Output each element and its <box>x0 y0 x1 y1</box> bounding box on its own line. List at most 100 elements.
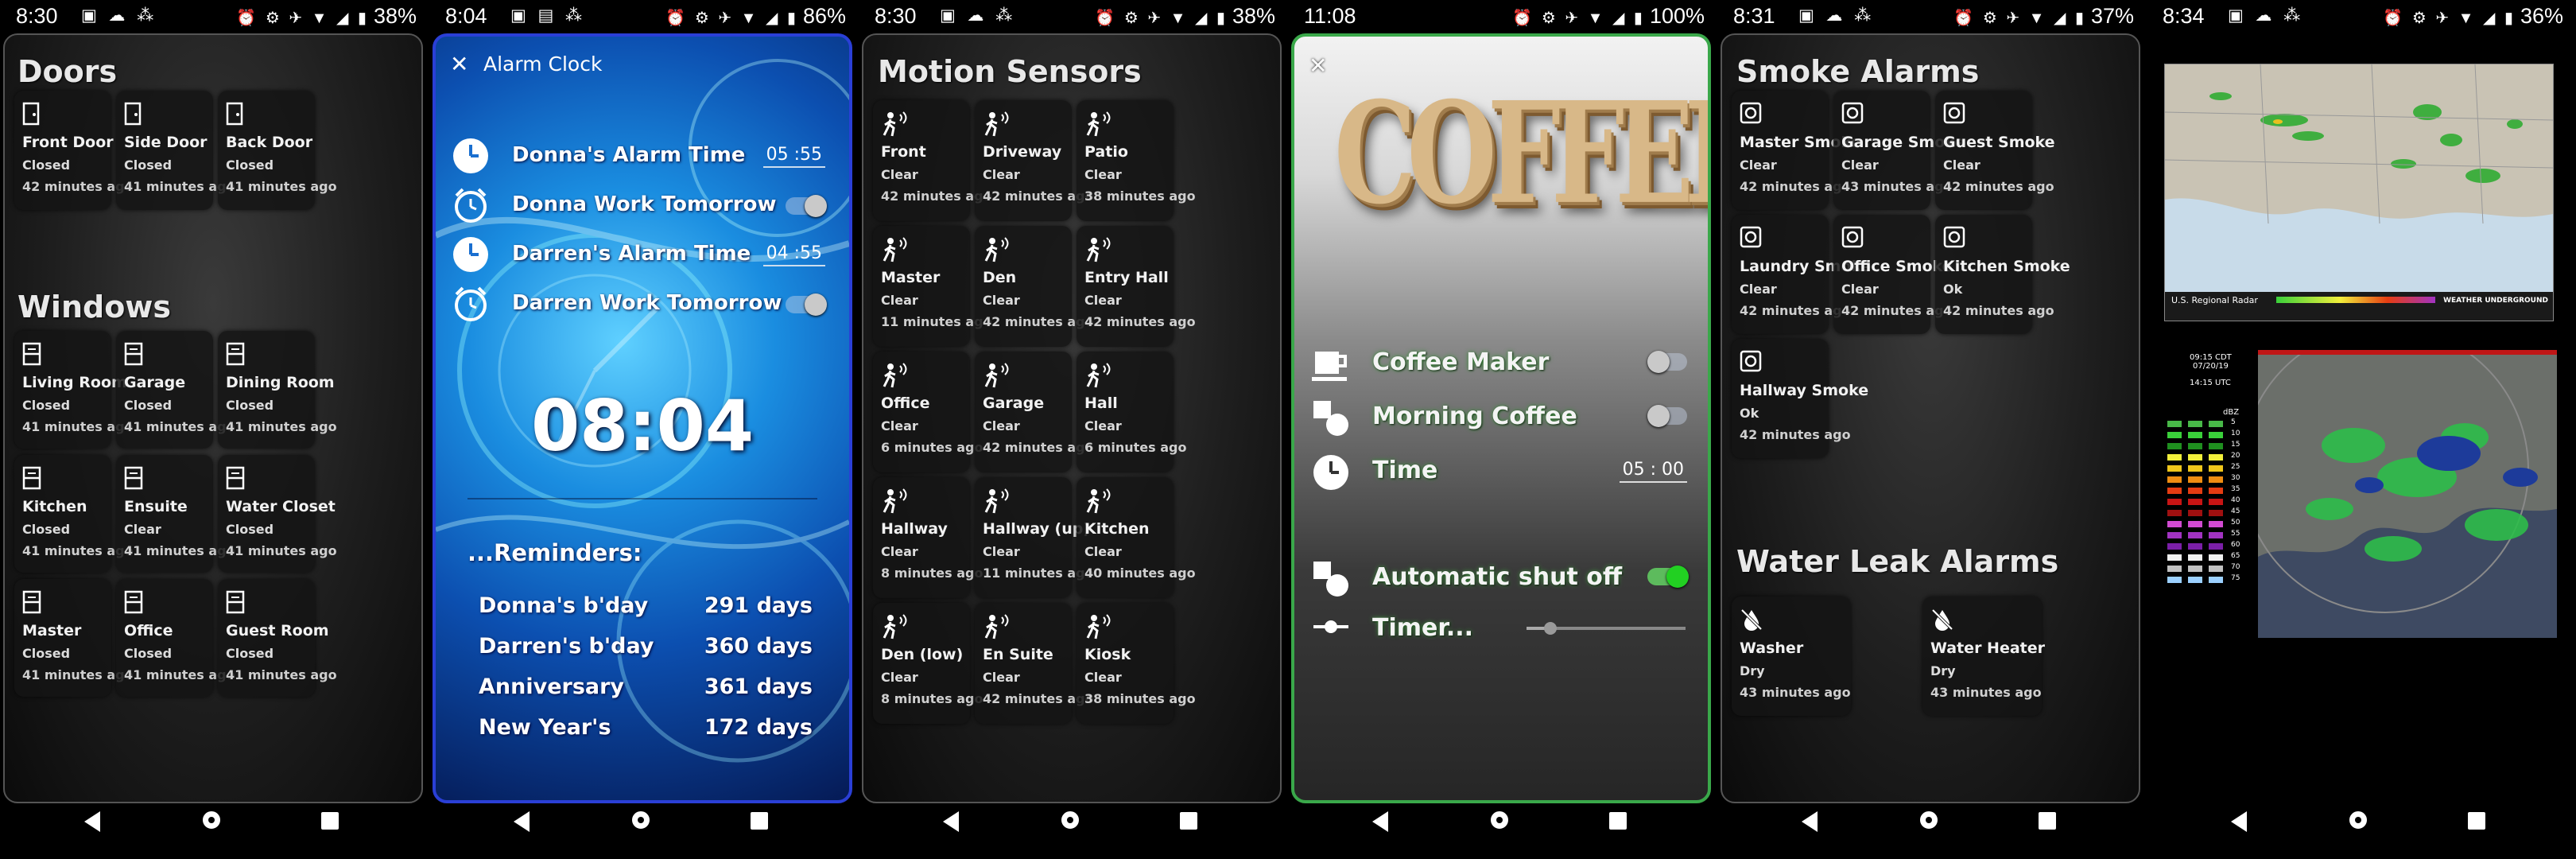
home-button[interactable] <box>1061 811 1079 829</box>
timer-row[interactable]: Timer... <box>1312 611 1693 647</box>
home-button[interactable] <box>632 811 650 829</box>
motion-tile[interactable]: Hallway (up) Clear 11 minutes ago <box>975 477 1094 598</box>
recents-button[interactable] <box>751 812 768 830</box>
motion-tile[interactable]: Hallway Clear 8 minutes ago <box>873 477 983 598</box>
radar-scale-swatch <box>2188 465 2202 472</box>
recents-button[interactable] <box>2039 812 2056 830</box>
motion-tile[interactable]: Patio Clear 38 minutes ago <box>1077 100 1196 221</box>
reminder-days: 361 days <box>704 674 813 699</box>
smoke-icon <box>1740 350 1762 372</box>
time-row[interactable]: Time 05 : 00 <box>1312 453 1693 490</box>
home-button[interactable] <box>2349 811 2367 829</box>
motion-tile[interactable]: Den (low) Clear 8 minutes ago <box>873 603 983 724</box>
smoke-tile[interactable]: Kitchen Smoke Ok 42 minutes ago <box>1935 215 2070 334</box>
smoke-tile[interactable]: Laundry Smoke Clear 42 minutes ago <box>1732 215 1872 334</box>
motion-tile[interactable]: Driveway Clear 42 minutes ago <box>975 100 1094 221</box>
tile-state: Clear <box>1943 157 1980 173</box>
smoke-tile[interactable]: Office Smoke Clear 42 minutes ago <box>1833 215 1953 334</box>
tile-name: Side Door <box>124 134 208 151</box>
motion-tile[interactable]: Master Clear 11 minutes ago <box>873 226 992 347</box>
tile-state: Clear <box>881 293 918 308</box>
window-tile[interactable]: Dining Room Closed 41 minutes ago <box>218 331 337 449</box>
door-tile[interactable]: Back Door Closed 41 minutes ago <box>218 91 337 210</box>
motion-icon <box>983 488 1009 514</box>
alarm-row-donna-time[interactable]: Donna's Alarm Time 05 :55 <box>452 137 841 177</box>
radar-scale-swatch <box>2188 499 2202 505</box>
alarm-time-input[interactable]: 04 :55 <box>762 243 825 266</box>
recents-button[interactable] <box>1609 812 1627 830</box>
auto-shutoff-row[interactable]: Automatic shut off <box>1312 560 1693 597</box>
recents-button[interactable] <box>1180 812 1197 830</box>
motion-tile[interactable]: Entry Hall Clear 42 minutes ago <box>1077 226 1196 347</box>
radar-scale-swatch <box>2167 488 2182 494</box>
window-tile[interactable]: Office Closed 41 minutes ago <box>116 579 235 697</box>
smoke-tile[interactable]: Garage Smoke Clear 43 minutes ago <box>1833 91 1965 210</box>
door-tile[interactable]: Side Door Closed 41 minutes ago <box>116 91 235 210</box>
regional-radar-map[interactable]: U.S. Regional Radar WEATHER UNDERGROUND <box>2164 64 2554 321</box>
motion-tile[interactable]: Front Clear 42 minutes ago <box>873 100 992 221</box>
clock-icon <box>452 137 490 178</box>
status-right: ⏰ ⚙ ✈ ▼ ◢ ▮ 37% <box>1953 4 2134 29</box>
back-button[interactable] <box>2231 811 2247 832</box>
morning-coffee-toggle[interactable] <box>1647 405 1687 427</box>
tile-state: Clear <box>983 544 1020 559</box>
radar-color-scale: 5 10 15 20 25 30 35 40 45 50 55 60 65 70 75 <box>2163 418 2258 585</box>
tile-state: Clear <box>124 522 161 537</box>
window-tile[interactable]: Ensuite Clear 41 minutes ago <box>116 455 235 573</box>
status-right: ⏰ ⚙ ✈ ▼ ◢ ▮ 38% <box>236 4 417 29</box>
smoke-tile[interactable]: Hallway Smoke Ok 42 minutes ago <box>1732 339 1868 458</box>
back-button[interactable] <box>1372 811 1388 832</box>
alarm-label: Donna's Alarm Time <box>512 143 746 167</box>
recents-button[interactable] <box>2468 812 2485 830</box>
alarm-time-input[interactable]: 05 :55 <box>762 145 825 168</box>
home-button[interactable] <box>1491 811 1508 829</box>
motion-tile[interactable]: En Suite Clear 42 minutes ago <box>975 603 1094 724</box>
alarm-row-darren-time[interactable]: Darren's Alarm Time 04 :55 <box>452 235 841 275</box>
window-tile[interactable]: Living Room Closed 41 minutes ago <box>14 331 134 449</box>
alarm-row-donna-work[interactable]: Donna Work Tomorrow <box>452 186 841 226</box>
coffee-maker-row[interactable]: Coffee Maker <box>1312 345 1693 382</box>
darren-work-toggle[interactable] <box>786 293 827 316</box>
tile-name: Patio <box>1084 143 1128 161</box>
window-tile[interactable]: Water Closet Closed 41 minutes ago <box>218 455 337 573</box>
local-radar-panel[interactable]: 09:15 CDT 07/20/19 14:15 UTC dBZ 5 10 15 20… <box>2163 350 2557 638</box>
motion-tile[interactable]: Kitchen Clear 40 minutes ago <box>1077 477 1196 598</box>
toggle-knob <box>805 195 827 217</box>
water-leak-tile[interactable]: Washer Dry 43 minutes ago <box>1732 597 1851 716</box>
water-leak-tile[interactable]: Water Heater Dry 43 minutes ago <box>1922 597 2045 716</box>
home-button[interactable] <box>203 811 220 829</box>
window-tile[interactable]: Garage Closed 41 minutes ago <box>116 331 235 449</box>
recents-button[interactable] <box>321 812 339 830</box>
radar-scale-swatch <box>2167 577 2182 583</box>
door-tile[interactable]: Front Door Closed 42 minutes ago <box>14 91 134 210</box>
timer-slider[interactable] <box>1527 622 1686 635</box>
motion-tile[interactable]: Garage Clear 42 minutes ago <box>975 352 1094 472</box>
donna-work-toggle[interactable] <box>786 195 827 217</box>
window-tile[interactable]: Kitchen Closed 41 minutes ago <box>14 455 134 573</box>
home-button[interactable] <box>1920 811 1938 829</box>
radar-time-cdt: 09:15 CDT <box>2190 353 2232 362</box>
motion-tile[interactable]: Office Clear 6 minutes ago <box>873 352 983 472</box>
coffee-maker-toggle[interactable] <box>1647 351 1687 373</box>
close-icon[interactable]: ✕ <box>1309 52 1327 79</box>
motion-tile[interactable]: Kiosk Clear 38 minutes ago <box>1077 603 1196 724</box>
digital-clock: 08:04 <box>530 385 755 467</box>
smoke-tile[interactable]: Master Smoke Clear 42 minutes ago <box>1732 91 1861 210</box>
motion-tile[interactable]: Hall Clear 6 minutes ago <box>1077 352 1186 472</box>
smoke-tile[interactable]: Guest Smoke Clear 42 minutes ago <box>1935 91 2055 210</box>
tile-time: 8 minutes ago <box>881 691 983 706</box>
timer-slider-thumb[interactable] <box>1544 622 1557 635</box>
wu-logo: WEATHER UNDERGROUND <box>2443 297 2548 305</box>
back-button[interactable] <box>514 811 530 832</box>
back-button[interactable] <box>943 811 959 832</box>
auto-shutoff-toggle[interactable] <box>1647 566 1689 588</box>
window-tile[interactable]: Master Closed 41 minutes ago <box>14 579 134 697</box>
close-icon[interactable]: ✕ <box>450 51 468 77</box>
motion-tile[interactable]: Den Clear 42 minutes ago <box>975 226 1094 347</box>
morning-coffee-row[interactable]: Morning Coffee <box>1312 399 1693 436</box>
window-tile[interactable]: Guest Room Closed 41 minutes ago <box>218 579 337 697</box>
time-input[interactable]: 05 : 00 <box>1619 460 1687 483</box>
back-button[interactable] <box>84 811 100 832</box>
alarm-row-darren-work[interactable]: Darren Work Tomorrow <box>452 285 841 325</box>
back-button[interactable] <box>1802 811 1818 832</box>
